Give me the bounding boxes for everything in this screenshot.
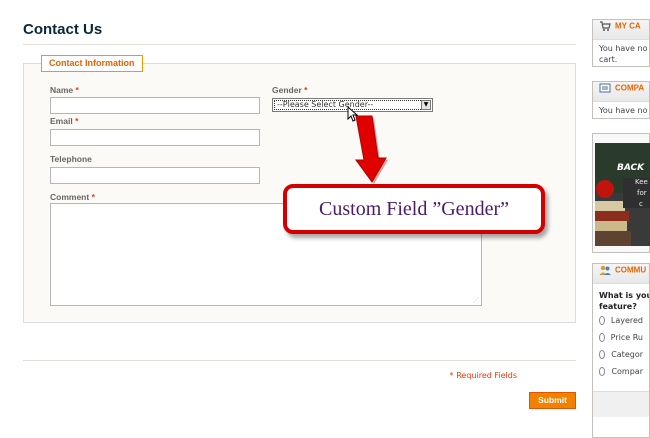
community-poll-block: COMMU What is you feature? Layered Price… <box>592 263 650 438</box>
email-label: Email * <box>50 116 79 126</box>
page-title: Contact Us <box>23 21 103 38</box>
poll-option[interactable]: Layered <box>599 312 643 329</box>
back-to-school-banner[interactable]: BACK Kee for c <box>595 143 650 246</box>
promo-line-3: for <box>637 189 647 197</box>
gender-select-value: --Please Select Gender-- <box>277 100 374 109</box>
cart-block-body: You have no cart. <box>599 44 648 64</box>
promo-line-2: Kee <box>635 178 648 186</box>
radio-button[interactable] <box>599 367 606 376</box>
radio-button[interactable] <box>599 350 606 359</box>
telephone-field[interactable] <box>50 167 260 184</box>
poll-body: What is you feature? Layered Price Ru Ca… <box>593 284 649 383</box>
compare-block-body: You have no <box>599 106 648 115</box>
compare-block-header: COMPA <box>593 82 649 102</box>
poll-option[interactable]: Price Ru <box>599 329 643 346</box>
community-poll-header: COMMU <box>593 264 649 284</box>
title-divider <box>23 44 576 45</box>
right-sidebar: MY CA You have no cart. COMPA You have n… <box>592 0 650 438</box>
poll-option[interactable]: Compar <box>599 363 643 380</box>
fieldset-legend: Contact Information <box>41 55 143 72</box>
submit-button[interactable]: Submit <box>529 392 576 409</box>
resize-grip-icon[interactable]: ⋰ <box>473 297 479 304</box>
gender-label: Gender * <box>272 85 308 95</box>
poll-footer <box>593 391 649 417</box>
poll-question: What is you feature? <box>599 291 650 311</box>
compare-icon <box>599 83 611 93</box>
poll-option[interactable]: Categor <box>599 346 643 363</box>
promo-heading: BACK <box>617 163 645 173</box>
promo-line-4: c <box>639 200 643 208</box>
required-fields-note: * Required Fields <box>449 371 517 380</box>
annotation-text: Custom Field ”Gender” <box>319 198 509 220</box>
annotation-callout: Custom Field ”Gender” <box>283 184 545 234</box>
cart-icon <box>600 21 611 31</box>
red-arrow-icon <box>355 115 388 184</box>
cart-block-header: MY CA <box>593 20 649 40</box>
community-icon <box>599 265 611 275</box>
radio-button[interactable] <box>599 333 605 342</box>
compare-block: COMPA You have no <box>592 81 650 119</box>
main-content: Contact Us Contact Information Name * Em… <box>0 0 592 438</box>
email-field[interactable] <box>50 129 260 146</box>
buttons-divider <box>23 360 576 361</box>
mouse-pointer-icon <box>347 106 358 122</box>
name-label: Name * <box>50 85 79 95</box>
chevron-down-icon[interactable]: ▼ <box>421 100 431 110</box>
comment-label: Comment * <box>50 192 95 202</box>
radio-button[interactable] <box>599 316 605 325</box>
name-field[interactable] <box>50 97 260 114</box>
telephone-label: Telephone <box>50 154 92 164</box>
cart-block: MY CA You have no cart. <box>592 19 650 67</box>
